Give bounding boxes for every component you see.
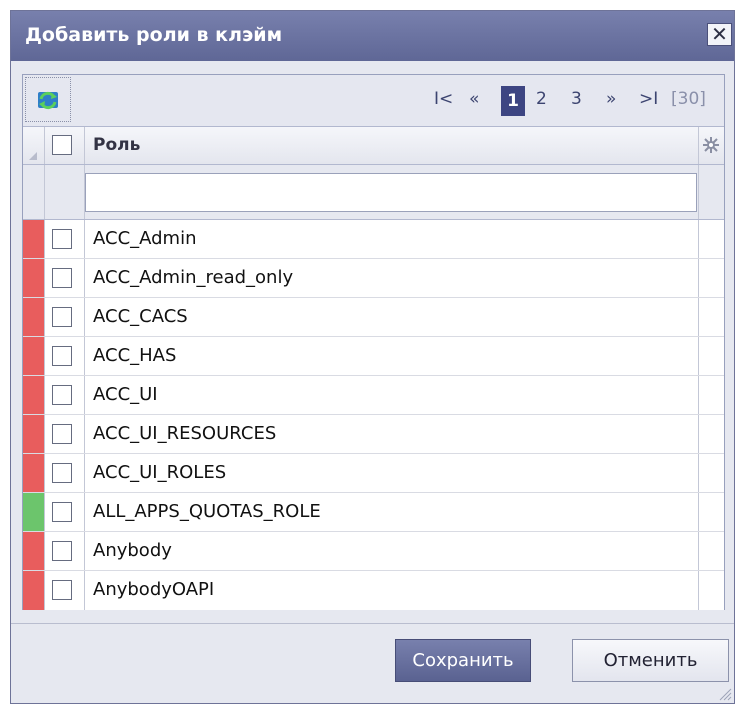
page-2-button[interactable]: 2 (536, 89, 547, 109)
resize-grip-icon[interactable] (718, 687, 732, 701)
grid-toolbar: I< « 1 2 3 » >I [30] (23, 75, 724, 127)
table-row[interactable]: ACC_UI (23, 376, 724, 415)
role-name: Anybody (93, 540, 172, 561)
save-button[interactable]: Сохранить (395, 639, 531, 682)
last-page-button[interactable]: >I (639, 89, 658, 109)
status-indicator (23, 259, 44, 297)
status-indicator (23, 493, 44, 531)
sort-indicator-icon (29, 152, 37, 160)
role-filter-input[interactable] (85, 173, 697, 212)
row-checkbox[interactable] (52, 307, 72, 327)
status-indicator (23, 415, 44, 453)
status-indicator (23, 298, 44, 336)
page-1-button[interactable]: 1 (501, 86, 525, 116)
role-name: ACC_Admin_read_only (93, 267, 294, 288)
refresh-icon (38, 91, 58, 110)
next-page-button[interactable]: » (606, 89, 616, 109)
row-checkbox[interactable] (52, 385, 72, 405)
status-indicator (23, 376, 44, 414)
row-checkbox[interactable] (52, 229, 72, 249)
dialog-titlebar[interactable]: Добавить роли в клэйм ✕ (11, 11, 734, 61)
status-indicator (23, 532, 44, 570)
role-name: ACC_HAS (93, 345, 177, 366)
role-name: ACC_UI_RESOURCES (93, 423, 277, 444)
roles-grid: I< « 1 2 3 » >I [30] Роль ACC_Admin ACC_… (22, 74, 725, 610)
row-checkbox[interactable] (52, 580, 72, 600)
table-row[interactable]: ACC_CACS (23, 298, 724, 337)
table-row[interactable]: ACC_Admin (23, 220, 724, 259)
role-name: ACC_UI_ROLES (93, 462, 227, 483)
status-indicator (23, 454, 44, 492)
role-name: ALL_APPS_QUOTAS_ROLE (93, 501, 321, 522)
table-row[interactable]: ACC_Admin_read_only (23, 259, 724, 298)
filter-row (23, 165, 724, 220)
row-checkbox[interactable] (52, 463, 72, 483)
table-row[interactable]: ACC_HAS (23, 337, 724, 376)
role-name: ACC_Admin (93, 228, 197, 249)
table-row[interactable]: ACC_UI_RESOURCES (23, 415, 724, 454)
row-checkbox[interactable] (52, 346, 72, 366)
status-indicator (23, 337, 44, 375)
row-checkbox[interactable] (52, 268, 72, 288)
cancel-button[interactable]: Отменить (572, 639, 729, 682)
row-checkbox[interactable] (52, 502, 72, 522)
grid-header: Роль (23, 127, 724, 165)
role-name: ACC_UI (93, 384, 158, 405)
roles-list: ACC_Admin ACC_Admin_read_only ACC_CACS ACC_… (23, 220, 724, 610)
footer-divider (11, 623, 734, 624)
page-total: [30] (671, 89, 706, 109)
role-name: ACC_CACS (93, 306, 188, 327)
refresh-button[interactable] (25, 77, 71, 122)
select-all-checkbox[interactable] (52, 135, 72, 155)
gear-icon[interactable] (702, 136, 720, 154)
status-indicator (23, 220, 44, 258)
role-name: AnybodyOAPI (93, 579, 215, 600)
prev-page-button[interactable]: « (469, 89, 479, 109)
row-checkbox[interactable] (52, 424, 72, 444)
table-row[interactable]: ACC_UI_ROLES (23, 454, 724, 493)
close-icon: ✕ (711, 22, 728, 46)
first-page-button[interactable]: I< (434, 89, 453, 109)
table-row[interactable]: ALL_APPS_QUOTAS_ROLE (23, 493, 724, 532)
dialog-title: Добавить роли в клэйм (25, 24, 283, 46)
add-roles-dialog: Добавить роли в клэйм ✕ I< « 1 2 3 » >I … (10, 10, 735, 704)
column-header-role[interactable]: Роль (93, 135, 140, 155)
table-row[interactable]: AnybodyOAPI (23, 571, 724, 610)
table-row[interactable]: Anybody (23, 532, 724, 571)
status-indicator (23, 571, 44, 610)
close-button[interactable]: ✕ (707, 23, 732, 46)
row-checkbox[interactable] (52, 541, 72, 561)
page-3-button[interactable]: 3 (571, 89, 582, 109)
